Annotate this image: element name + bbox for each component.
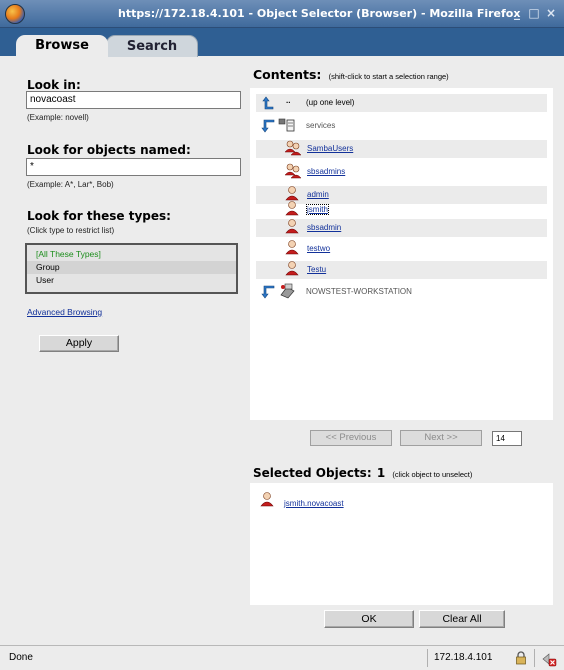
status-host-panel: 172.18.4.101: [427, 649, 535, 667]
contents-hint: (shift-click to start a selection range): [328, 72, 449, 81]
status-text: Done: [9, 652, 33, 663]
previous-button[interactable]: << Previous: [310, 430, 392, 446]
close-icon[interactable]: ×: [544, 6, 558, 20]
list-item-label[interactable]: Testu: [307, 265, 326, 274]
object-name-field[interactable]: *: [26, 158, 241, 176]
list-item-label[interactable]: sbsadmins: [307, 167, 345, 176]
list-item[interactable]: SambaUsers: [256, 140, 547, 158]
down-arrow-icon[interactable]: [261, 119, 275, 133]
list-item-label: services: [306, 121, 336, 130]
selected-count: 1: [376, 466, 386, 480]
selected-item-label[interactable]: jsmith.novacoast: [284, 499, 344, 508]
selected-list: jsmith.novacoast: [250, 483, 553, 605]
selected-hint: (click object to unselect): [392, 470, 473, 479]
list-item-label[interactable]: jsmith: [306, 204, 329, 215]
list-item[interactable]: testwo: [256, 240, 547, 258]
pager: << Previous Next >> 14: [250, 420, 553, 454]
padlock-icon[interactable]: [514, 651, 528, 665]
up-arrow-icon: [262, 96, 274, 110]
user-icon: [285, 240, 299, 255]
types-hint: (Click type to restrict list): [27, 226, 115, 235]
contents-header: Contents: (shift-click to start a select…: [253, 67, 449, 82]
tab-bar: Search Browse: [0, 28, 564, 57]
selected-heading: Selected Objects:: [253, 466, 372, 480]
firefox-icon: [5, 4, 25, 24]
list-item[interactable]: NOWSTEST-WORKSTATION: [256, 283, 547, 301]
look-for-types-heading: Look for these types:: [27, 209, 171, 223]
user-icon: [285, 201, 299, 216]
list-item-label[interactable]: SambaUsers: [307, 144, 353, 153]
clear-all-button[interactable]: Clear All: [419, 610, 505, 628]
list-item-label[interactable]: admin: [307, 190, 329, 199]
look-for-named-heading: Look for objects named:: [27, 143, 191, 157]
tab-browse[interactable]: Browse: [16, 35, 108, 57]
container-icon: [278, 118, 295, 132]
list-item[interactable]: sbsadmins: [256, 163, 547, 181]
selected-header: Selected Objects: 1 (click object to uns…: [253, 466, 472, 480]
advanced-browsing-link[interactable]: Advanced Browsing: [27, 307, 102, 317]
user-icon: [260, 492, 274, 507]
maximize-icon[interactable]: □: [527, 6, 541, 20]
group-icon: [284, 140, 302, 156]
list-item[interactable]: Testu: [256, 261, 547, 279]
look-in-heading: Look in:: [27, 78, 81, 92]
window-title: https://172.18.4.101 - Object Selector (…: [118, 7, 521, 20]
up-level-marker: ..: [286, 96, 291, 105]
object-name-example: (Example: A*, Lar*, Bob): [27, 180, 114, 189]
window-controls: _ □ ×: [510, 6, 558, 22]
apply-button[interactable]: Apply: [39, 335, 119, 352]
list-item[interactable]: jsmith: [256, 201, 547, 219]
ok-button[interactable]: OK: [324, 610, 414, 628]
minimize-icon[interactable]: _: [510, 6, 524, 20]
type-option-group[interactable]: Group: [27, 261, 236, 274]
types-list[interactable]: [All These Types] Group User: [25, 243, 238, 294]
list-item-label: (up one level): [306, 98, 355, 107]
look-in-example: (Example: novell): [27, 113, 89, 122]
dialog-buttons: OK Clear All: [250, 605, 553, 635]
down-arrow-icon[interactable]: [261, 285, 275, 299]
tab-search[interactable]: Search: [106, 35, 198, 57]
list-item[interactable]: .. (up one level): [256, 94, 547, 112]
user-icon: [285, 186, 299, 201]
window-titlebar[interactable]: https://172.18.4.101 - Object Selector (…: [0, 0, 564, 28]
contents-heading: Contents:: [253, 67, 322, 82]
contents-list: .. (up one level) services SambaUsers sb…: [250, 88, 553, 420]
group-icon: [284, 163, 302, 179]
list-item-label[interactable]: sbsadmin: [307, 223, 341, 232]
list-item[interactable]: jsmith.novacoast: [260, 492, 540, 510]
user-icon: [285, 261, 299, 276]
type-option-user[interactable]: User: [27, 274, 236, 287]
offline-status-icon[interactable]: [541, 651, 557, 667]
list-item[interactable]: sbsadmin: [256, 219, 547, 237]
status-bar: Done 172.18.4.101: [0, 645, 564, 670]
status-host: 172.18.4.101: [434, 652, 493, 663]
list-item-label: NOWSTEST-WORKSTATION: [306, 287, 412, 296]
type-option-all[interactable]: [All These Types]: [27, 248, 236, 261]
list-item[interactable]: services: [256, 117, 547, 135]
look-in-field[interactable]: novacoast: [26, 91, 241, 109]
workstation-icon: [280, 283, 295, 299]
user-icon: [285, 219, 299, 234]
page-size-field[interactable]: 14: [492, 431, 522, 446]
list-item-label[interactable]: testwo: [307, 244, 330, 253]
next-button[interactable]: Next >>: [400, 430, 482, 446]
